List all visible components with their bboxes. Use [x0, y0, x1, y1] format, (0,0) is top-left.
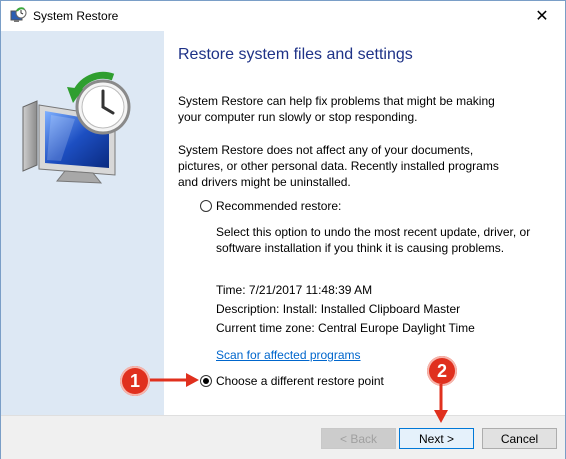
recommended-restore-description: Select this option to undo the most rece… — [216, 225, 531, 255]
info-paragraph: System Restore does not affect any of yo… — [178, 143, 499, 189]
restore-time: Time: 7/21/2017 11:48:39 AM — [216, 283, 373, 297]
intro-paragraph: System Restore can help fix problems tha… — [178, 94, 495, 124]
close-button[interactable]: ✕ — [519, 1, 565, 31]
recommended-restore-option[interactable]: Recommended restore: — [200, 199, 341, 213]
different-restore-point-radio[interactable] — [200, 375, 212, 387]
next-button[interactable]: Next > — [399, 428, 474, 449]
cancel-button[interactable]: Cancel — [482, 428, 557, 449]
scan-affected-programs-link[interactable]: Scan for affected programs — [216, 348, 361, 362]
arrow-right-icon — [150, 373, 199, 387]
back-button[interactable]: < Back — [321, 428, 396, 449]
step-badge-2: 2 — [427, 356, 457, 386]
button-bar: < Back Next > Cancel — [1, 415, 565, 459]
system-restore-clock-computer-icon — [22, 71, 131, 184]
recommended-restore-radio[interactable] — [200, 200, 212, 212]
page-title: Restore system files and settings — [178, 46, 413, 63]
window-title: System Restore — [33, 9, 119, 23]
system-restore-window: System Restore ✕ Restore system files an… — [0, 0, 566, 459]
sidebar-panel — [1, 31, 164, 415]
restore-timezone: Current time zone: Central Europe Daylig… — [216, 321, 475, 335]
system-restore-icon — [10, 7, 27, 22]
different-restore-point-option[interactable]: Choose a different restore point — [200, 374, 384, 388]
restore-description: Description: Install: Installed Clipboar… — [216, 302, 461, 316]
close-icon: ✕ — [535, 8, 549, 25]
arrow-down-icon — [434, 384, 448, 423]
recommended-restore-label: Recommended restore: — [216, 199, 342, 213]
different-restore-point-label: Choose a different restore point — [216, 374, 384, 388]
title-bar[interactable]: System Restore ✕ — [1, 1, 565, 31]
step-badge-1: 1 — [120, 366, 150, 396]
